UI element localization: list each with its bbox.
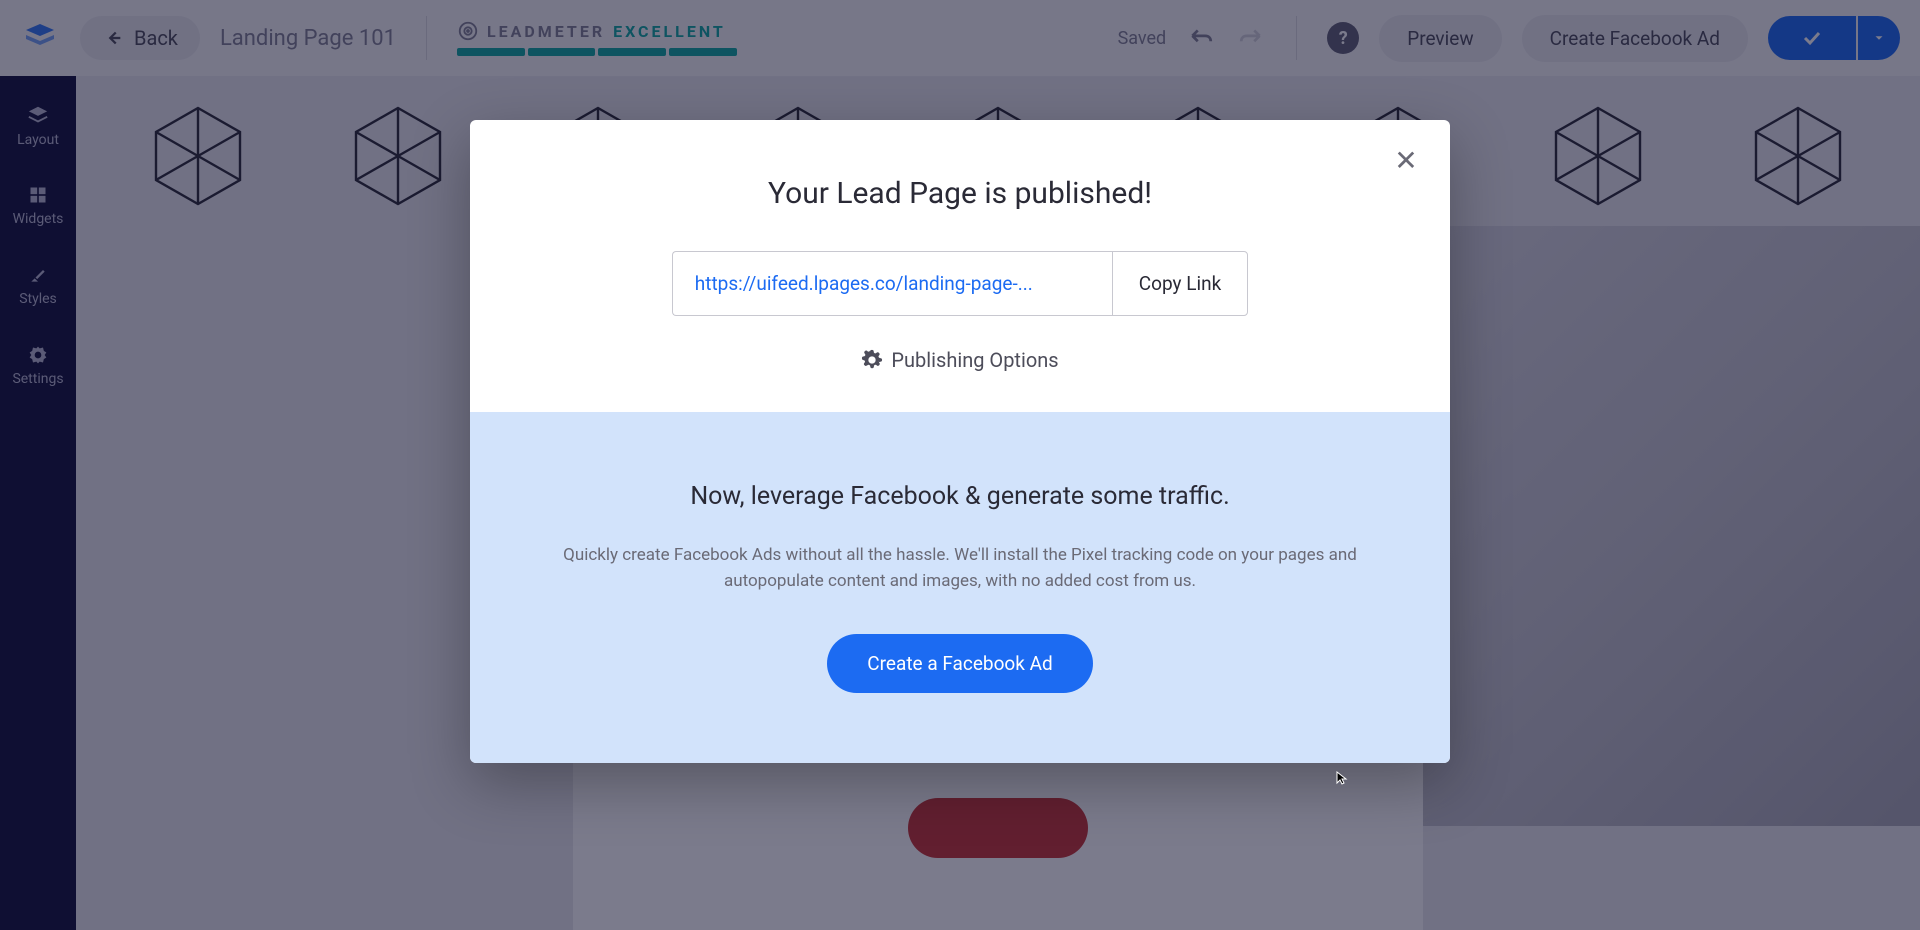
- create-facebook-ad-button[interactable]: Create a Facebook Ad: [827, 634, 1092, 693]
- close-icon[interactable]: ✕: [1390, 144, 1422, 176]
- publish-modal: ✕ Your Lead Page is published! https://u…: [470, 120, 1450, 763]
- gear-icon: [861, 349, 883, 371]
- url-row: https://uifeed.lpages.co/landing-page-..…: [470, 251, 1450, 348]
- copy-link-button[interactable]: Copy Link: [1112, 251, 1248, 316]
- publishing-options[interactable]: Publishing Options: [470, 348, 1450, 412]
- published-url[interactable]: https://uifeed.lpages.co/landing-page-..…: [672, 251, 1112, 316]
- modal-lower: Now, leverage Facebook & generate some t…: [470, 412, 1450, 763]
- publishing-options-label: Publishing Options: [891, 348, 1058, 372]
- lower-description: Quickly create Facebook Ads without all …: [540, 543, 1380, 594]
- modal-title: Your Lead Page is published!: [470, 120, 1450, 251]
- lower-heading: Now, leverage Facebook & generate some t…: [520, 482, 1400, 511]
